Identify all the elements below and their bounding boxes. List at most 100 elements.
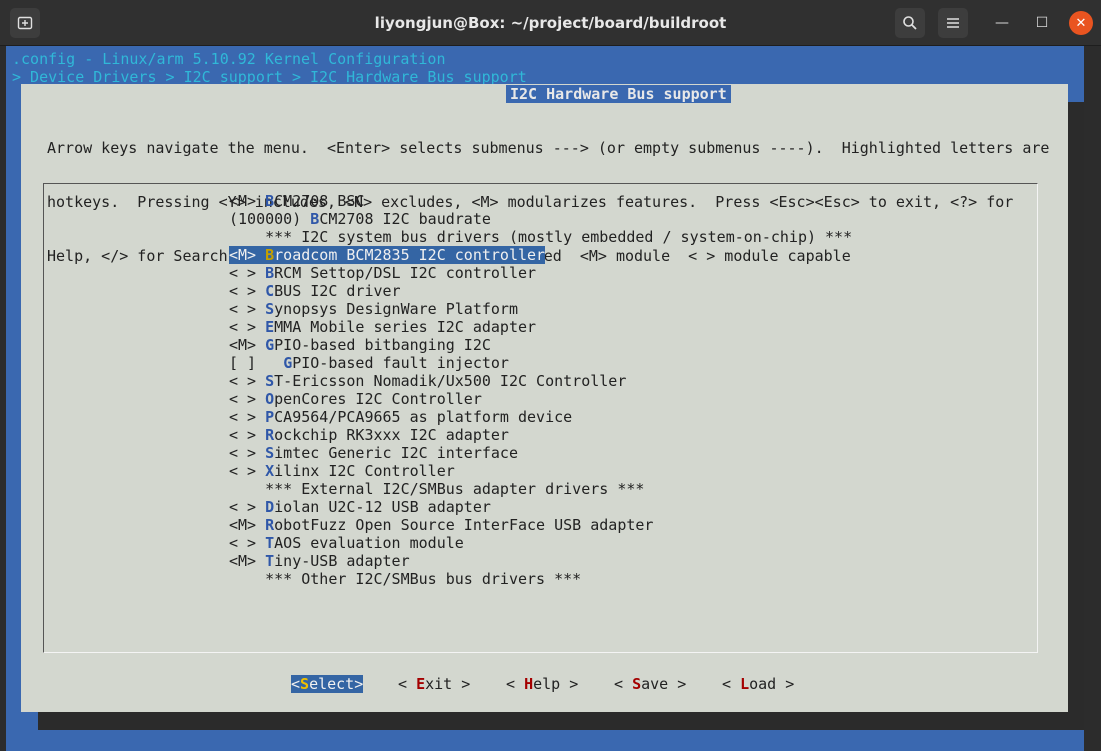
menu-item-prefix: < > — [229, 372, 266, 390]
menu-item[interactable]: *** I2C system bus drivers (mostly embed… — [229, 228, 852, 246]
menu-item[interactable]: <M> RobotFuzz Open Source InterFace USB … — [229, 516, 852, 534]
menu-item-prefix: <M> — [229, 336, 266, 354]
help-button[interactable]: < Help > — [506, 675, 578, 693]
button-row: <Select> < Exit > < Help > < Save > < Load > — [21, 675, 1068, 693]
menu-item[interactable]: [ ] GPIO-based fault injector — [229, 354, 852, 372]
menu-item-hotkey: S — [265, 444, 275, 462]
menu-item-label: penCores I2C Controller — [274, 390, 482, 408]
menu-item[interactable]: < > TAOS evaluation module — [229, 534, 852, 552]
menu-item[interactable]: *** Other I2C/SMBus bus drivers *** — [229, 570, 852, 588]
menu-item-hotkey: B — [265, 192, 275, 210]
menu-item[interactable]: (100000) BCM2708 I2C baudrate — [229, 210, 852, 228]
menu-item-prefix: < > — [229, 264, 266, 282]
button-bracket: < — [291, 675, 301, 693]
select-button[interactable]: <Select> — [291, 675, 364, 693]
menu-item[interactable]: < > ST-Ericsson Nomadik/Ux500 I2C Contro… — [229, 372, 852, 390]
button-label: elp > — [533, 675, 579, 693]
menu-item-label: roadcom BCM2835 I2C controller — [274, 246, 546, 264]
menu-item[interactable]: <M> BCM2708 BSC — [229, 192, 852, 210]
maximize-button[interactable]: ☐ — [1030, 11, 1054, 35]
menu-list: <M> BCM2708 BSC (100000) BCM2708 I2C baud… — [229, 192, 852, 588]
menu-item-hotkey: X — [265, 462, 275, 480]
load-button[interactable]: < Load > — [722, 675, 794, 693]
button-bracket: < — [398, 675, 417, 693]
exit-button[interactable]: < Exit > — [398, 675, 470, 693]
menu-item-label: ilinx I2C Controller — [274, 462, 455, 480]
menu-item-hotkey: P — [265, 408, 275, 426]
menu-item[interactable]: < > CBUS I2C driver — [229, 282, 852, 300]
menu-item-label: CM2708 I2C baudrate — [319, 210, 491, 228]
button-bracket: < — [614, 675, 633, 693]
menu-item-hotkey: R — [265, 426, 275, 444]
menu-item[interactable]: <M> Tiny-USB adapter — [229, 552, 852, 570]
menu-item-selected[interactable]: <M> Broadcom BCM2835 I2C controller — [229, 246, 852, 264]
menu-item-hotkey: G — [283, 354, 293, 372]
menu-item-prefix: < > — [229, 444, 266, 462]
terminal-viewport[interactable]: .config - Linux/arm 5.10.92 Kernel Confi… — [6, 46, 1090, 751]
menu-item-prefix: < > — [229, 282, 266, 300]
menu-item-hotkey: T — [265, 552, 275, 570]
menu-item[interactable]: < > OpenCores I2C Controller — [229, 390, 852, 408]
button-hotkey: S — [300, 675, 310, 693]
menu-item[interactable]: < > PCA9564/PCA9665 as platform device — [229, 408, 852, 426]
menu-item-prefix: < > — [229, 462, 266, 480]
menu-item-hotkey: S — [265, 300, 275, 318]
config-title-line: .config - Linux/arm 5.10.92 Kernel Confi… — [12, 50, 446, 68]
menu-item-hotkey: D — [265, 498, 275, 516]
button-bracket: < — [722, 675, 741, 693]
menu-item-prefix: < > — [229, 426, 266, 444]
menu-item-label: *** Other I2C/SMBus bus drivers *** — [229, 570, 582, 588]
menu-item[interactable]: < > EMMA Mobile series I2C adapter — [229, 318, 852, 336]
button-label: oad > — [749, 675, 795, 693]
menu-item-label: ynopsys DesignWare Platform — [274, 300, 518, 318]
menu-item-label: CM2708 BSC — [274, 192, 365, 210]
menu-item-prefix: < > — [229, 498, 266, 516]
menu-item-label: obotFuzz Open Source InterFace USB adapt… — [274, 516, 654, 534]
menu-item-prefix: < > — [229, 318, 266, 336]
menu-item[interactable]: < > Rockchip RK3xxx I2C adapter — [229, 426, 852, 444]
menu-item-label: iolan U2C-12 USB adapter — [274, 498, 491, 516]
menu-item-prefix: <M> — [229, 516, 266, 534]
menu-item-hotkey: T — [265, 534, 275, 552]
menu-item-label: RCM Settop/DSL I2C controller — [274, 264, 537, 282]
menu-item-label: BUS I2C driver — [274, 282, 401, 300]
search-icon[interactable] — [895, 8, 925, 38]
dialog-title: I2C Hardware Bus support — [506, 85, 731, 103]
close-button[interactable]: ✕ — [1069, 11, 1093, 35]
menu-item-prefix: <M> — [229, 552, 266, 570]
menu-item[interactable]: < > Xilinx I2C Controller — [229, 462, 852, 480]
menuconfig-dialog: I2C Hardware Bus support Arrow keys navi… — [21, 84, 1068, 712]
menu-item-prefix: < > — [229, 534, 266, 552]
menu-item-hotkey: S — [265, 372, 275, 390]
menu-item-prefix: <M> — [229, 246, 266, 264]
menu-item[interactable]: *** External I2C/SMBus adapter drivers *… — [229, 480, 852, 498]
menu-item[interactable]: < > BRCM Settop/DSL I2C controller — [229, 264, 852, 282]
menu-box: <M> BCM2708 BSC (100000) BCM2708 I2C baud… — [43, 183, 1038, 653]
window-title: liyongjun@Box: ~/project/board/buildroot — [374, 14, 727, 32]
button-hotkey: S — [632, 675, 642, 693]
button-label: xit > — [425, 675, 471, 693]
button-hotkey: H — [524, 675, 534, 693]
menu-item-prefix: [ ] — [229, 354, 284, 372]
menu-item-label: AOS evaluation module — [274, 534, 464, 552]
selection-highlight: <M> Broadcom BCM2835 I2C controller — [229, 246, 546, 264]
menu-item-label: PIO-based bitbanging I2C — [274, 336, 491, 354]
help-line: Arrow keys navigate the menu. <Enter> se… — [47, 139, 1050, 157]
menu-item-prefix: <M> — [229, 192, 266, 210]
menu-item[interactable]: < > Diolan U2C-12 USB adapter — [229, 498, 852, 516]
menu-item[interactable]: <M> GPIO-based bitbanging I2C — [229, 336, 852, 354]
button-bracket: < — [506, 675, 525, 693]
save-button[interactable]: < Save > — [614, 675, 686, 693]
menu-item-hotkey: E — [265, 318, 275, 336]
menu-item-hotkey: B — [265, 246, 275, 264]
menu-item-label: PIO-based fault injector — [292, 354, 509, 372]
hamburger-menu-icon[interactable] — [938, 8, 968, 38]
dialog-shadow-bottom — [38, 712, 1088, 730]
minimize-button[interactable]: — — [990, 11, 1014, 35]
menu-item-prefix: < > — [229, 300, 266, 318]
menu-item[interactable]: < > Simtec Generic I2C interface — [229, 444, 852, 462]
menu-item[interactable]: < > Synopsys DesignWare Platform — [229, 300, 852, 318]
menu-item-hotkey: G — [265, 336, 275, 354]
menu-item-hotkey: B — [265, 264, 275, 282]
menu-item-prefix: < > — [229, 390, 266, 408]
